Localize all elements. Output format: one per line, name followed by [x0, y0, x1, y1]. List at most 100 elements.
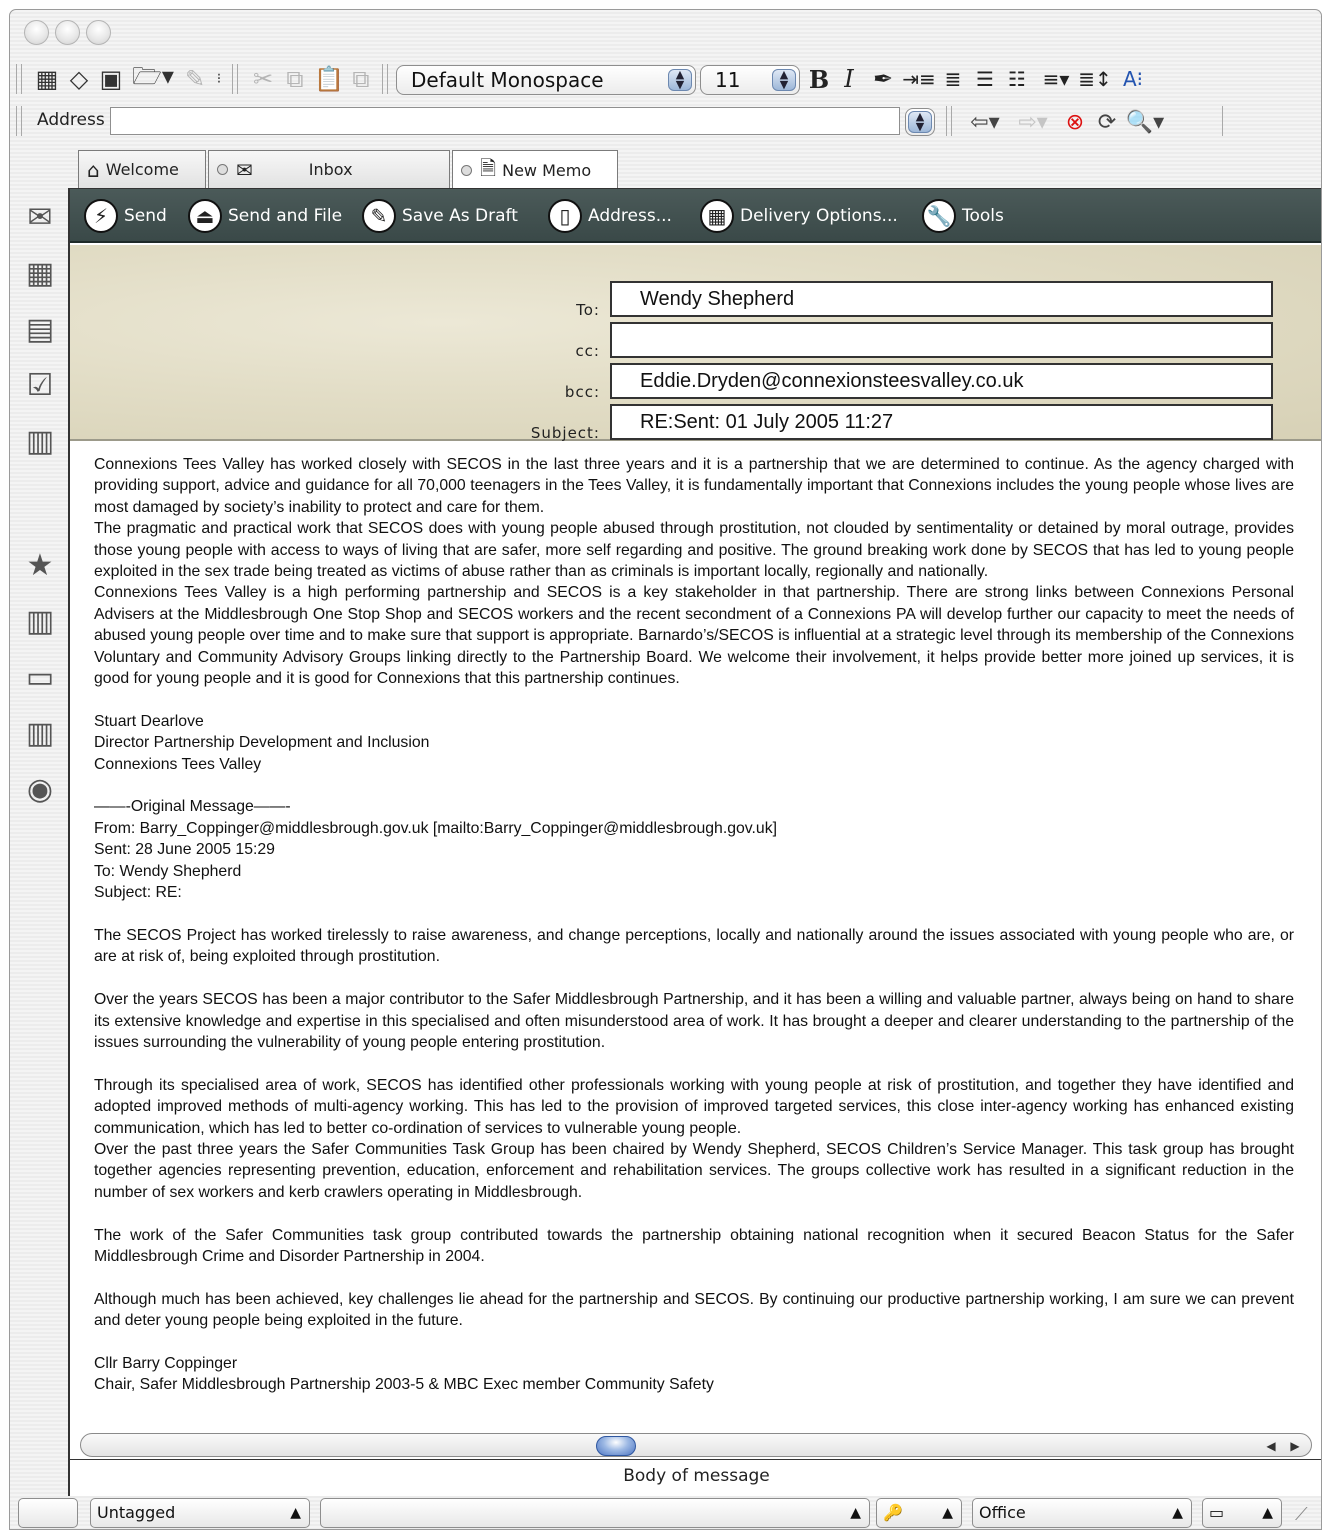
location-select[interactable]: Office ▲ [972, 1498, 1192, 1528]
bcc-label: bcc: [564, 383, 600, 401]
bullet-list-icon[interactable]: ☰ [970, 64, 1000, 94]
todo-checklist-icon[interactable]: ☑ [20, 365, 60, 405]
address-book-icon[interactable]: ▤ [20, 309, 60, 349]
paste-icon[interactable]: 📋 [314, 64, 344, 94]
close-window-button[interactable] [24, 20, 49, 45]
toolbar-divider [1222, 106, 1228, 136]
original-subject: Subject: RE: [94, 884, 182, 902]
database-folder-icon[interactable]: ▥ [20, 601, 60, 641]
font-size-value: 11 [715, 68, 741, 92]
diamond-icon[interactable]: ◇ [64, 64, 94, 94]
save-disk-icon[interactable]: ▣ [96, 64, 126, 94]
tab-new-memo[interactable]: 🗎 New Memo [452, 150, 618, 190]
indent-icon[interactable]: ⇥≡ [902, 64, 936, 94]
web-folder-icon[interactable]: ◉ [20, 769, 60, 809]
body-paragraph: Over the years SECOS has been a major co… [94, 991, 1294, 1051]
zoom-window-button[interactable] [86, 20, 111, 45]
tab-welcome[interactable]: ⌂ Welcome [78, 150, 206, 188]
alignment-icon[interactable]: ≡▾ [1034, 64, 1078, 94]
tag-value: Untagged [97, 1503, 176, 1522]
toolbar-overflow-icon[interactable]: ⁝ [210, 64, 228, 94]
save-draft-icon: ✎ [362, 199, 396, 233]
formatting-toolbar: ▦ ◇ ▣ 🗁▾ ✎ ⁝ ✂ ⧉ 📋 ⧉ Default Monospace ▲… [10, 58, 1321, 102]
subject-label: Subject: [530, 424, 600, 442]
to-field[interactable]: Wendy Shepherd [610, 281, 1273, 317]
action-label: Send and File [228, 206, 343, 226]
bcc-field[interactable]: Eddie.Dryden@connexionsteesvalley.co.uk [610, 363, 1273, 399]
scroll-right-arrow-icon[interactable]: ▶ [1283, 1435, 1307, 1457]
resize-grip-icon[interactable]: ⟋ [1295, 1504, 1308, 1525]
message-body[interactable]: Connexions Tees Valley has worked closel… [94, 454, 1294, 1396]
open-folder-icon[interactable]: 🗁▾ [128, 62, 178, 94]
tools-button[interactable]: 🔧 Tools [922, 198, 1004, 234]
tab-inbox[interactable]: ✉ Inbox [208, 150, 450, 188]
dropdown-arrow-icon: ▲ [290, 1505, 301, 1521]
library-folder-icon[interactable]: ▥ [20, 713, 60, 753]
cc-label: cc: [575, 342, 600, 360]
cc-field[interactable] [610, 322, 1273, 358]
address-history-select[interactable]: ▲ ▼ [905, 108, 935, 136]
delivery-options-icon: ▦ [700, 199, 734, 233]
mail-envelope-icon[interactable]: ✉ [20, 197, 60, 237]
stop-icon[interactable]: ⊗ [1060, 108, 1090, 136]
scrollbar-thumb[interactable] [596, 1436, 636, 1456]
favorites-folder-icon[interactable]: ★ [20, 545, 60, 585]
dropdown-arrow-icon: ▲ [850, 1505, 861, 1521]
action-label: Tools [962, 206, 1004, 226]
line-spacing-icon[interactable]: ≣↕ [1078, 64, 1112, 94]
tag-select[interactable]: Untagged ▲ [90, 1498, 310, 1528]
bottom-status-bar: Untagged ▲ ▲ 🔑 ▲ Office ▲ ▭ ▲ ⟋ [10, 1490, 1321, 1529]
folder-icon[interactable]: ▭ [20, 657, 60, 697]
italic-button[interactable]: I [836, 64, 862, 94]
bold-button[interactable]: B [806, 64, 832, 94]
paste-special-icon[interactable]: ⧉ [346, 64, 376, 94]
text-color-icon[interactable]: A⁝ [1112, 64, 1154, 94]
calendar-icon[interactable]: ▦ [20, 253, 60, 293]
key-icon: 🔑 [883, 1503, 903, 1522]
send-and-file-button[interactable]: ⏏ Send and File [188, 198, 342, 234]
address-stepper-icon[interactable]: ▲ ▼ [908, 111, 932, 133]
minimize-window-button[interactable] [55, 20, 80, 45]
tab-label: Welcome [105, 160, 179, 179]
horizontal-scrollbar[interactable]: ◀ ▶ [80, 1433, 1312, 1457]
refresh-icon[interactable]: ⟳ [1092, 108, 1122, 136]
tab-close-dot-icon[interactable] [461, 165, 472, 176]
action-label: Save As Draft [402, 206, 518, 226]
address-button[interactable]: ▯ Address... [548, 198, 672, 234]
back-arrow-icon[interactable]: ⇦▾ [962, 108, 1008, 136]
subject-field[interactable]: RE:Sent: 01 July 2005 11:27 [610, 404, 1273, 440]
font-family-select[interactable]: Default Monospace ▲ ▼ [396, 65, 696, 95]
database-folder-icon[interactable]: ▥ [20, 421, 60, 461]
font-family-stepper-icon[interactable]: ▲ ▼ [668, 69, 692, 91]
body-paragraph: The SECOS Project has worked tirelessly … [94, 926, 1294, 966]
tab-label: Inbox [308, 160, 353, 179]
view-select[interactable]: ▭ ▲ [1202, 1498, 1282, 1528]
security-select[interactable]: 🔑 ▲ [876, 1498, 962, 1528]
tab-close-dot-icon[interactable] [217, 164, 228, 175]
dropdown-arrow-icon: ▲ [942, 1505, 953, 1521]
send-button[interactable]: ⚡ Send [84, 198, 167, 234]
original-from: From: Barry_Coppinger@middlesbrough.gov.… [94, 819, 777, 837]
delivery-options-button[interactable]: ▦ Delivery Options... [700, 198, 898, 234]
signature-name: Stuart Dearlove [94, 712, 204, 730]
copy-icon[interactable]: ⧉ [280, 64, 310, 94]
status-message-select[interactable]: ▲ [320, 1498, 870, 1528]
toolbar-divider [16, 106, 22, 136]
save-as-draft-button[interactable]: ✎ Save As Draft [362, 198, 518, 234]
tab-label: New Memo [502, 161, 592, 180]
scroll-left-arrow-icon[interactable]: ◀ [1259, 1435, 1283, 1457]
status-box[interactable] [18, 1498, 78, 1528]
address-input[interactable] [110, 107, 900, 135]
forward-arrow-icon[interactable]: ⇨▾ [1010, 108, 1056, 136]
font-size-stepper-icon[interactable]: ▲ ▼ [772, 69, 796, 91]
search-icon[interactable]: 🔍▾ [1122, 108, 1168, 136]
toolbar-divider [946, 106, 952, 136]
location-value: Office [979, 1503, 1026, 1522]
outdent-icon[interactable]: ≣ [938, 64, 968, 94]
numbered-list-icon[interactable]: ☷ [1002, 64, 1032, 94]
cut-icon[interactable]: ✂ [248, 64, 278, 94]
edit-pencil-icon[interactable]: ✎ [180, 64, 210, 94]
calendar-icon[interactable]: ▦ [32, 64, 62, 94]
font-size-select[interactable]: 11 ▲ ▼ [700, 65, 800, 95]
highlight-pen-icon[interactable]: ✒ [868, 64, 898, 94]
